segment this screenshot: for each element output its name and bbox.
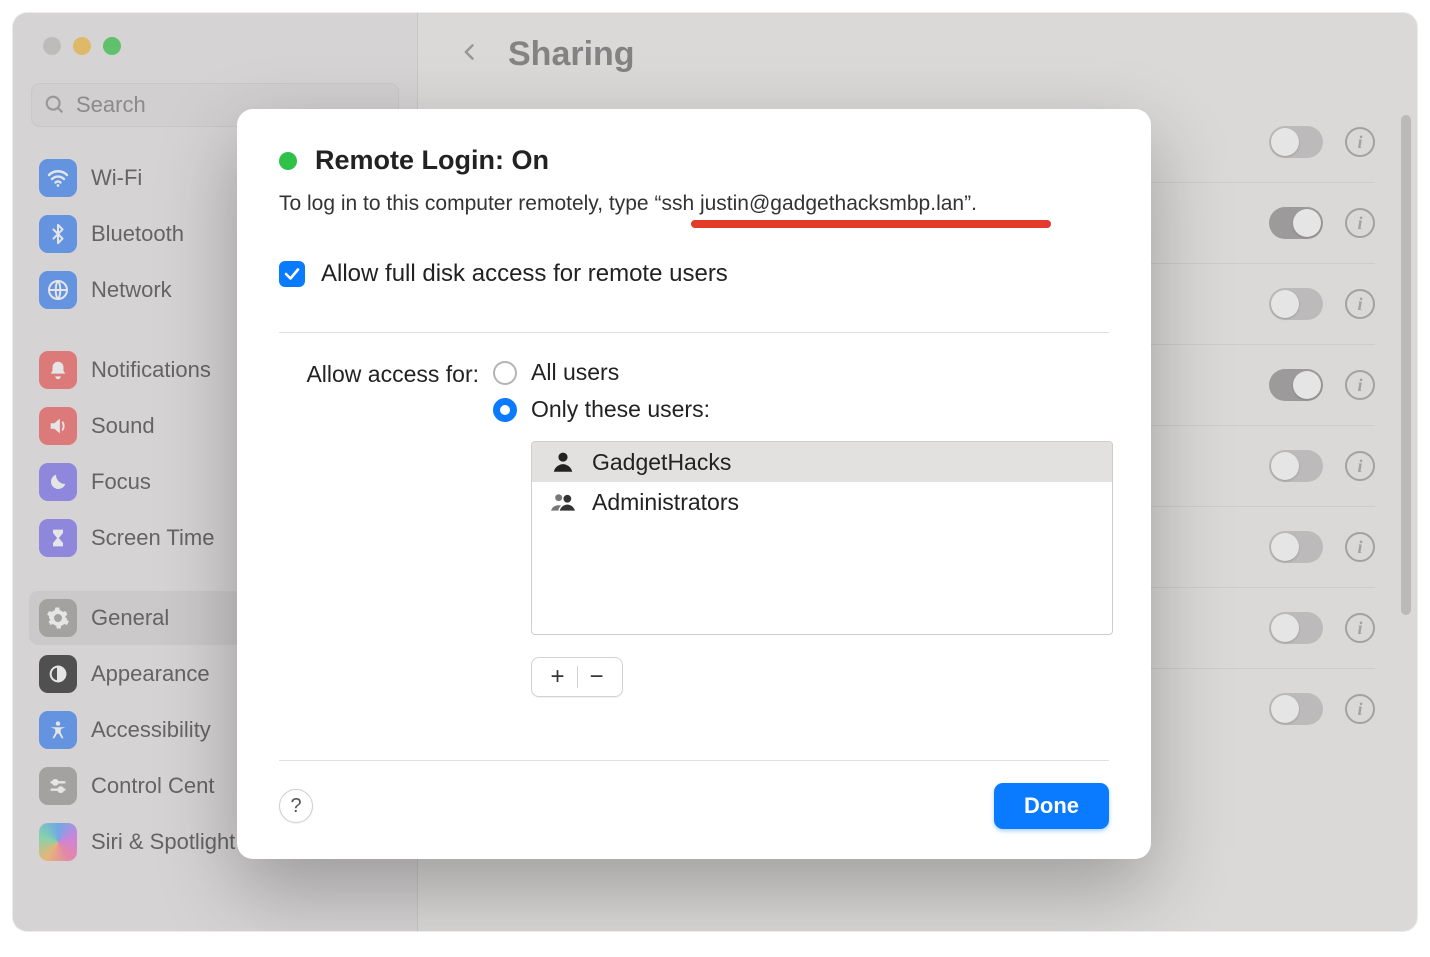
add-user-button[interactable]: + [550, 665, 564, 689]
toggle[interactable] [1269, 126, 1323, 158]
user-row[interactable]: GadgetHacks [532, 442, 1112, 482]
info-button[interactable]: i [1345, 532, 1375, 562]
user-name: GadgetHacks [592, 449, 731, 476]
toggle[interactable] [1269, 450, 1323, 482]
checkmark-icon [283, 265, 301, 283]
sidebar-item-label: Notifications [91, 357, 211, 383]
people-icon [550, 489, 576, 515]
help-button[interactable]: ? [279, 789, 313, 823]
bell-icon [39, 351, 77, 389]
sidebar-item-label: General [91, 605, 169, 631]
add-remove-control: + − [531, 657, 623, 697]
toggle[interactable] [1269, 612, 1323, 644]
page-title: Sharing [508, 35, 635, 74]
info-button[interactable]: i [1345, 289, 1375, 319]
info-button[interactable]: i [1345, 613, 1375, 643]
sidebar-item-label: Network [91, 277, 172, 303]
allowed-users-list[interactable]: GadgetHacks Administrators [531, 441, 1113, 635]
user-name: Administrators [592, 489, 739, 516]
done-button-label: Done [1024, 793, 1079, 818]
siri-icon [39, 823, 77, 861]
close-window-button[interactable] [43, 37, 61, 55]
toggle[interactable] [1269, 207, 1323, 239]
toggle[interactable] [1269, 369, 1323, 401]
search-icon [44, 94, 66, 116]
dialog-title: Remote Login: On [315, 145, 549, 176]
radio-all-users[interactable]: All users [493, 359, 1113, 386]
divider [279, 332, 1109, 333]
status-indicator-on [279, 152, 297, 170]
question-icon: ? [290, 795, 301, 818]
sidebar-item-label: Screen Time [91, 525, 215, 551]
dialog-subtitle-text: To log in to this computer remotely, typ… [279, 192, 977, 215]
wifi-icon [39, 159, 77, 197]
annotation-underline [691, 220, 1051, 228]
sidebar-item-label: Wi-Fi [91, 165, 142, 191]
info-button[interactable]: i [1345, 208, 1375, 238]
sidebar-item-label: Sound [91, 413, 155, 439]
radio-icon [493, 361, 517, 385]
remove-user-button[interactable]: − [590, 665, 604, 689]
hourglass-icon [39, 519, 77, 557]
sidebar-item-label: Accessibility [91, 717, 211, 743]
window-controls [13, 13, 417, 55]
info-button[interactable]: i [1345, 370, 1375, 400]
access-for-label: Allow access for: [279, 359, 479, 388]
sidebar-item-label: Appearance [91, 661, 210, 687]
person-icon [550, 449, 576, 475]
full-disk-access-label: Allow full disk access for remote users [321, 260, 728, 288]
sidebar-item-label: Siri & Spotlight [91, 829, 235, 855]
accessibility-icon [39, 711, 77, 749]
info-button[interactable]: i [1345, 694, 1375, 724]
info-button[interactable]: i [1345, 127, 1375, 157]
full-disk-access-checkbox[interactable] [279, 261, 305, 287]
globe-icon [39, 271, 77, 309]
radio-only-these-users[interactable]: Only these users: [493, 396, 1113, 423]
back-button[interactable] [460, 37, 480, 72]
chevron-left-icon [460, 37, 480, 67]
scrollbar-thumb[interactable] [1401, 115, 1411, 615]
sidebar-item-label: Focus [91, 469, 151, 495]
radio-icon [493, 398, 517, 422]
sidebar-item-label: Bluetooth [91, 221, 184, 247]
radio-label: All users [531, 359, 619, 386]
appearance-icon [39, 655, 77, 693]
user-row[interactable]: Administrators [532, 482, 1112, 522]
gear-icon [39, 599, 77, 637]
zoom-window-button[interactable] [103, 37, 121, 55]
sliders-icon [39, 767, 77, 805]
toggle[interactable] [1269, 693, 1323, 725]
done-button[interactable]: Done [994, 783, 1109, 829]
toggle[interactable] [1269, 288, 1323, 320]
speaker-icon [39, 407, 77, 445]
scrollbar[interactable] [1401, 115, 1411, 635]
minimize-window-button[interactable] [73, 37, 91, 55]
settings-window: Wi-Fi Bluetooth Network Notifications [13, 13, 1417, 931]
separator [577, 666, 578, 688]
sidebar-item-label: Control Cent [91, 773, 215, 799]
info-button[interactable]: i [1345, 451, 1375, 481]
remote-login-dialog: Remote Login: On To log in to this compu… [237, 109, 1151, 859]
radio-label: Only these users: [531, 396, 710, 423]
dialog-subtitle: To log in to this computer remotely, typ… [279, 192, 1109, 216]
toggle[interactable] [1269, 531, 1323, 563]
bluetooth-icon [39, 215, 77, 253]
moon-icon [39, 463, 77, 501]
